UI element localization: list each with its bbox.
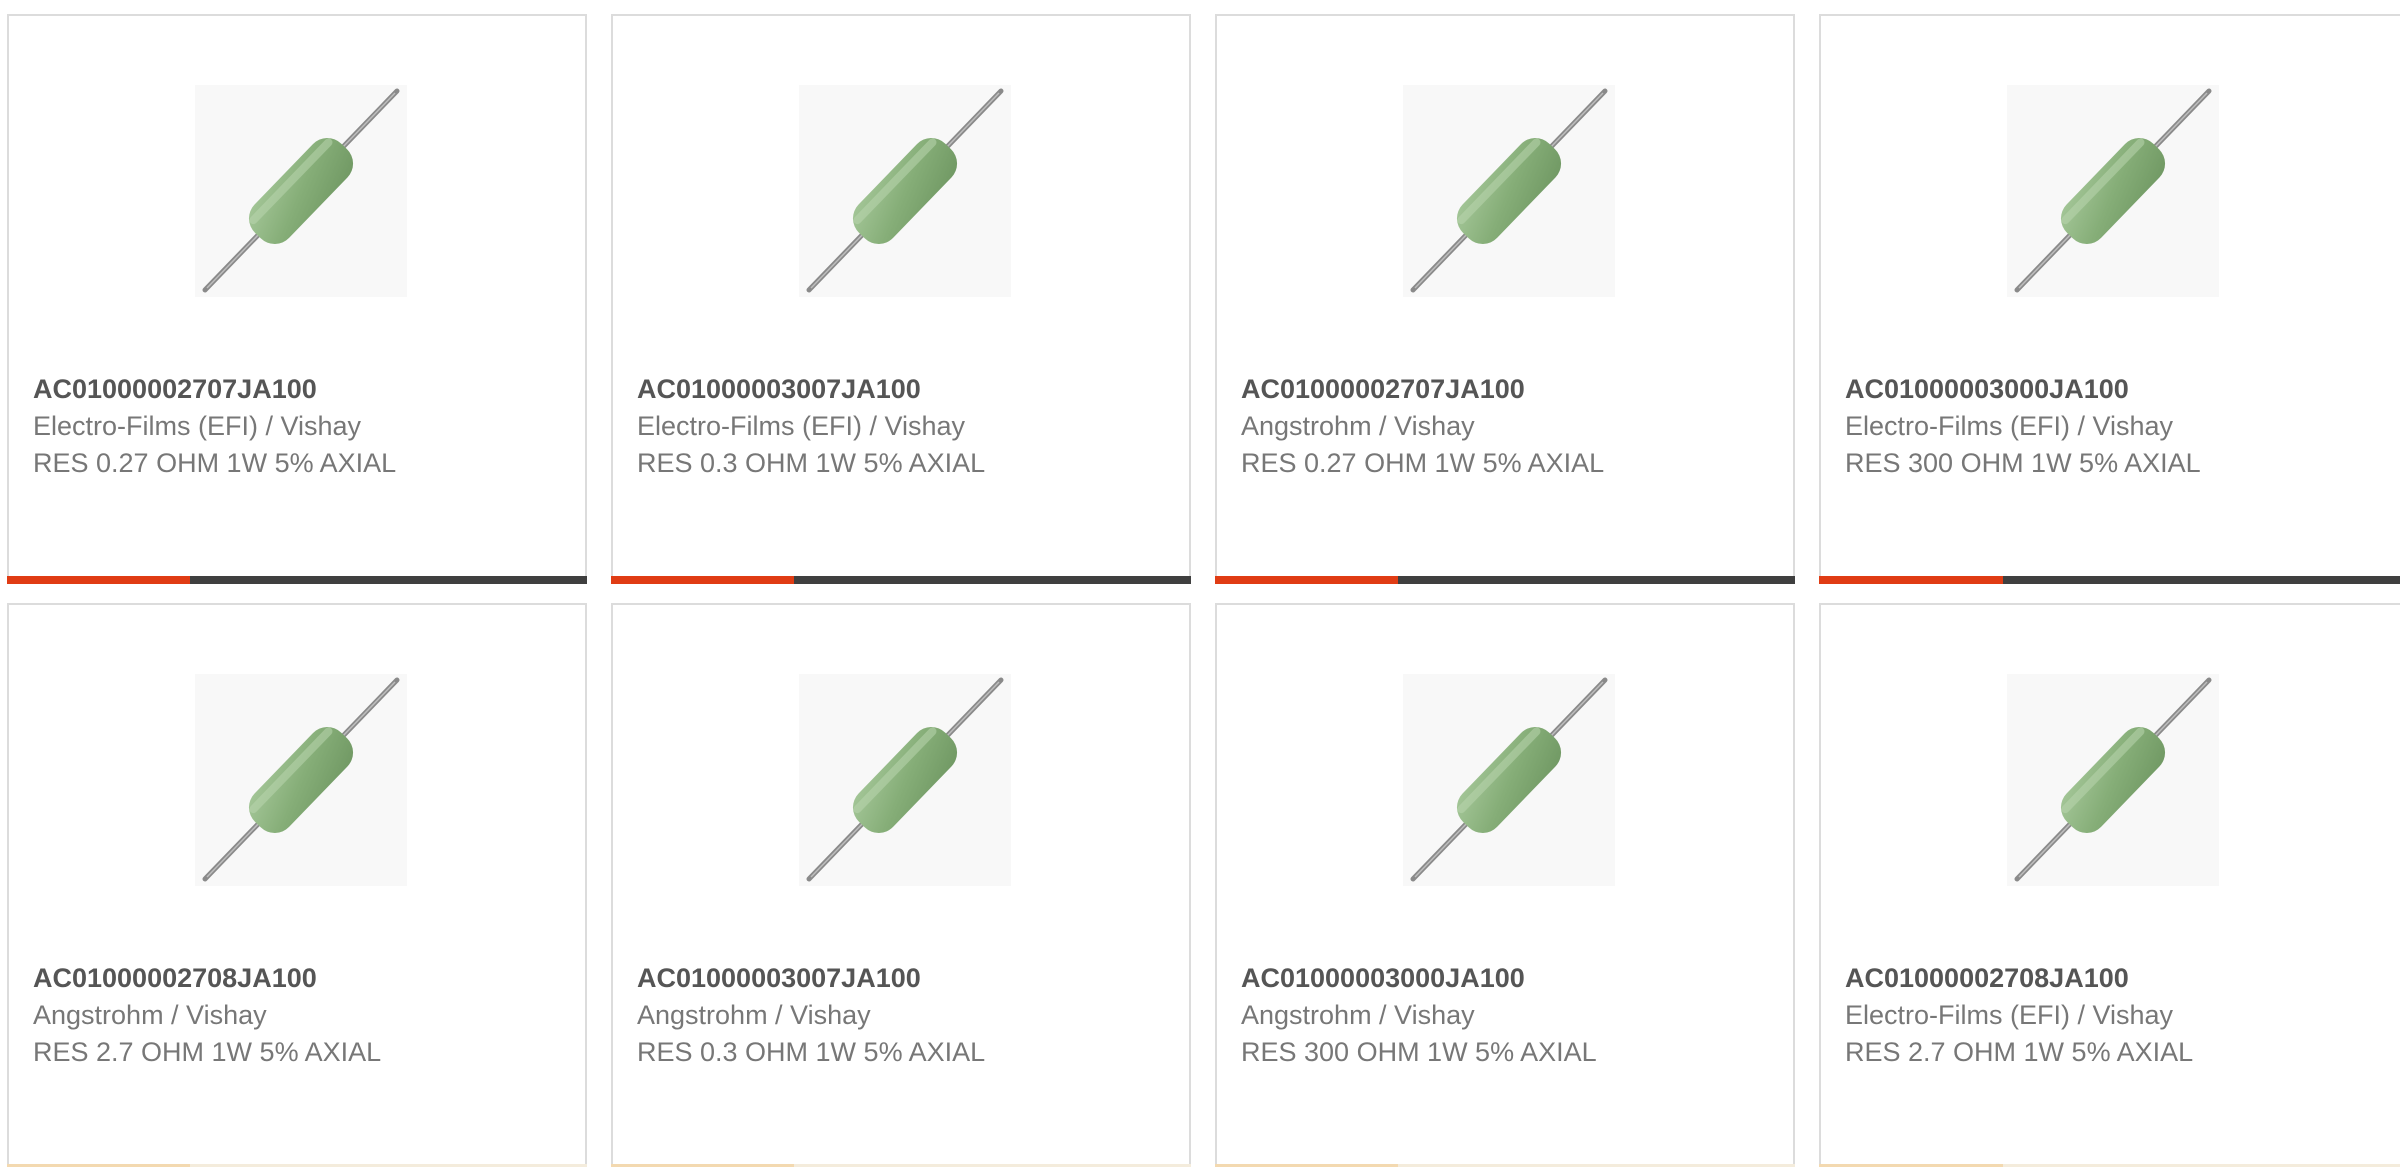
description: RES 2.7 OHM 1W 5% AXIAL [1845,1037,2194,1067]
description: RES 300 OHM 1W 5% AXIAL [1845,448,2201,478]
product-grid: AC01000002707JA100 Electro-Films (EFI) /… [0,0,2400,1167]
product-card[interactable]: AC01000002707JA100 Electro-Films (EFI) /… [7,14,587,584]
manufacturer: Electro-Films (EFI) / Vishay [1845,411,2174,441]
part-number[interactable]: AC01000003007JA100 [637,374,921,405]
product-image[interactable] [2007,85,2219,297]
product-card[interactable]: AC01000003007JA100 Angstrohm / Vishay RE… [611,603,1191,1167]
progress-bar [1215,576,1795,584]
progress-fill [611,576,794,584]
part-number[interactable]: AC01000003007JA100 [637,963,921,994]
axial-resistor-icon [195,674,407,886]
axial-resistor-icon [799,674,1011,886]
progress-fill [1819,576,2003,584]
description: RES 0.3 OHM 1W 5% AXIAL [637,1037,986,1067]
manufacturer: Electro-Films (EFI) / Vishay [33,411,362,441]
product-image[interactable] [1403,85,1615,297]
axial-resistor-icon [1403,85,1615,297]
progress-bar [611,576,1191,584]
product-card[interactable]: AC01000002708JA100 Angstrohm / Vishay RE… [7,603,587,1167]
product-image[interactable] [2007,674,2219,886]
part-number[interactable]: AC01000002707JA100 [33,374,317,405]
part-number[interactable]: AC01000002707JA100 [1241,374,1525,405]
product-card[interactable]: AC01000003000JA100 Angstrohm / Vishay RE… [1215,603,1795,1167]
description: RES 0.27 OHM 1W 5% AXIAL [33,448,397,478]
axial-resistor-icon [2007,674,2219,886]
product-image[interactable] [195,85,407,297]
description: RES 300 OHM 1W 5% AXIAL [1241,1037,1597,1067]
product-image[interactable] [799,674,1011,886]
product-image[interactable] [799,85,1011,297]
axial-resistor-icon [2007,85,2219,297]
part-number[interactable]: AC01000003000JA100 [1241,963,1525,994]
description: RES 0.27 OHM 1W 5% AXIAL [1241,448,1605,478]
progress-fill [7,576,190,584]
manufacturer: Angstrohm / Vishay [1241,411,1475,441]
product-image[interactable] [1403,674,1615,886]
manufacturer: Angstrohm / Vishay [637,1000,871,1030]
part-number[interactable]: AC01000003000JA100 [1845,374,2129,405]
manufacturer: Angstrohm / Vishay [33,1000,267,1030]
axial-resistor-icon [799,85,1011,297]
product-card[interactable]: AC01000002708JA100 Electro-Films (EFI) /… [1819,603,2400,1167]
description: RES 0.3 OHM 1W 5% AXIAL [637,448,986,478]
product-card[interactable]: AC01000003000JA100 Electro-Films (EFI) /… [1819,14,2400,584]
axial-resistor-icon [1403,674,1615,886]
axial-resistor-icon [195,85,407,297]
manufacturer: Angstrohm / Vishay [1241,1000,1475,1030]
manufacturer: Electro-Films (EFI) / Vishay [637,411,966,441]
product-card[interactable]: AC01000003007JA100 Electro-Films (EFI) /… [611,14,1191,584]
product-card[interactable]: AC01000002707JA100 Angstrohm / Vishay RE… [1215,14,1795,584]
progress-bar [7,576,587,584]
part-number[interactable]: AC01000002708JA100 [1845,963,2129,994]
progress-fill [1215,576,1398,584]
description: RES 2.7 OHM 1W 5% AXIAL [33,1037,382,1067]
product-image[interactable] [195,674,407,886]
progress-bar [1819,576,2400,584]
part-number[interactable]: AC01000002708JA100 [33,963,317,994]
manufacturer: Electro-Films (EFI) / Vishay [1845,1000,2174,1030]
